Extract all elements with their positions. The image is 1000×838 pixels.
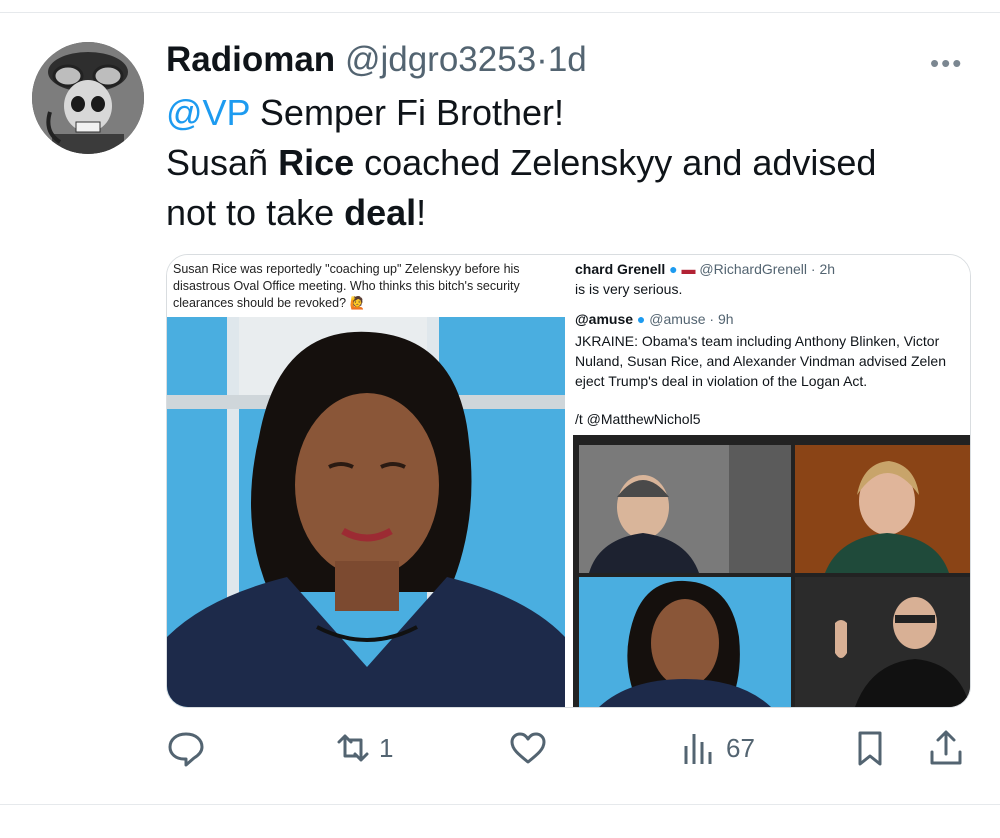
tweet-line2-a: Susañ <box>166 142 279 183</box>
left-caption: Susan Rice was reportedly "coaching up" … <box>173 262 520 310</box>
collage-photo-3[interactable] <box>579 577 791 707</box>
bookmark-button[interactable] <box>850 728 890 768</box>
reply-button[interactable] <box>166 728 212 768</box>
mention-link[interactable]: @VP <box>166 92 250 133</box>
retweet-button[interactable]: 1 <box>333 728 393 768</box>
tweet-line2-c: coached Zelenskyy and advised <box>354 142 877 183</box>
skull-avatar-icon <box>32 42 144 154</box>
tweet-text: @VP Semper Fi Brother! Susañ Rice coache… <box>166 88 956 238</box>
share-icon <box>930 730 962 765</box>
media-left-panel[interactable]: Susan Rice was reportedly "coaching up" … <box>167 255 565 707</box>
inner-line1: JKRAINE: Obama's team including Anthony … <box>575 333 940 349</box>
tweet-line3-c: ! <box>416 192 427 233</box>
retweet-count: 1 <box>379 732 394 763</box>
inner-line3: eject Trump's deal in violation of the L… <box>575 373 868 389</box>
quote-author-name: chard Grenell <box>575 261 666 277</box>
avatar[interactable] <box>32 42 144 154</box>
photo-collage[interactable] <box>573 435 970 707</box>
tweet-line3-bold: deal <box>344 192 417 233</box>
hat-tip: /t @MatthewNichol5 <box>575 411 701 427</box>
like-button[interactable] <box>508 728 554 768</box>
tweet-line2-bold: Rice <box>278 142 355 183</box>
inner-handle: @amuse <box>649 311 706 327</box>
media-card[interactable]: Susan Rice was reportedly "coaching up" … <box>166 254 971 708</box>
display-name[interactable]: Radioman <box>166 40 335 79</box>
verified-badge-icon: ● <box>636 311 646 327</box>
handle[interactable]: @jdgro3253 <box>345 40 536 79</box>
views-button[interactable]: 67 <box>680 728 755 768</box>
collage-photo-4[interactable] <box>795 577 970 707</box>
timestamp[interactable]: 1d <box>548 40 587 79</box>
media-right-panel[interactable]: chard Grenell ● ▬ @RichardGrenell · 2h i… <box>573 255 970 707</box>
quote-text: is is very serious. <box>575 281 683 297</box>
tweet-line1: Semper Fi Brother! <box>249 92 565 133</box>
tweet-header: Radioman @jdgro3253·1d <box>166 38 587 82</box>
views-chart-icon <box>684 734 712 764</box>
inner-time: · 9h <box>709 311 734 327</box>
reply-icon <box>168 732 204 767</box>
views-count: 67 <box>726 732 755 763</box>
collage-photo-1[interactable] <box>579 445 791 573</box>
action-bar: 1 67 <box>0 728 1000 772</box>
share-button[interactable] <box>926 728 966 768</box>
portrait-image[interactable] <box>167 317 565 707</box>
inner-author-name: @amuse <box>575 311 634 327</box>
inner-quote-header: @amuse ● @amuse · 9h <box>575 311 734 327</box>
quote-header: chard Grenell ● ▬ @RichardGrenell · 2h <box>575 261 835 277</box>
bookmark-icon <box>858 731 882 766</box>
collage-photo-2[interactable] <box>795 445 970 573</box>
more-options-icon[interactable]: ••• <box>930 48 963 79</box>
bottom-divider <box>0 804 1000 805</box>
inner-line2: Nuland, Susan Rice, and Alexander Vindma… <box>575 353 946 369</box>
heart-icon <box>510 732 546 764</box>
tweet-line3-a: not to take <box>166 192 345 233</box>
verified-badge-icon: ● <box>669 261 678 277</box>
separator: · <box>536 40 548 79</box>
top-divider <box>0 12 1000 13</box>
quote-time: · 2h <box>810 261 836 277</box>
flag-icon: ▬ <box>681 261 696 277</box>
quote-handle: @RichardGrenell <box>699 261 807 277</box>
retweet-icon <box>337 734 369 762</box>
